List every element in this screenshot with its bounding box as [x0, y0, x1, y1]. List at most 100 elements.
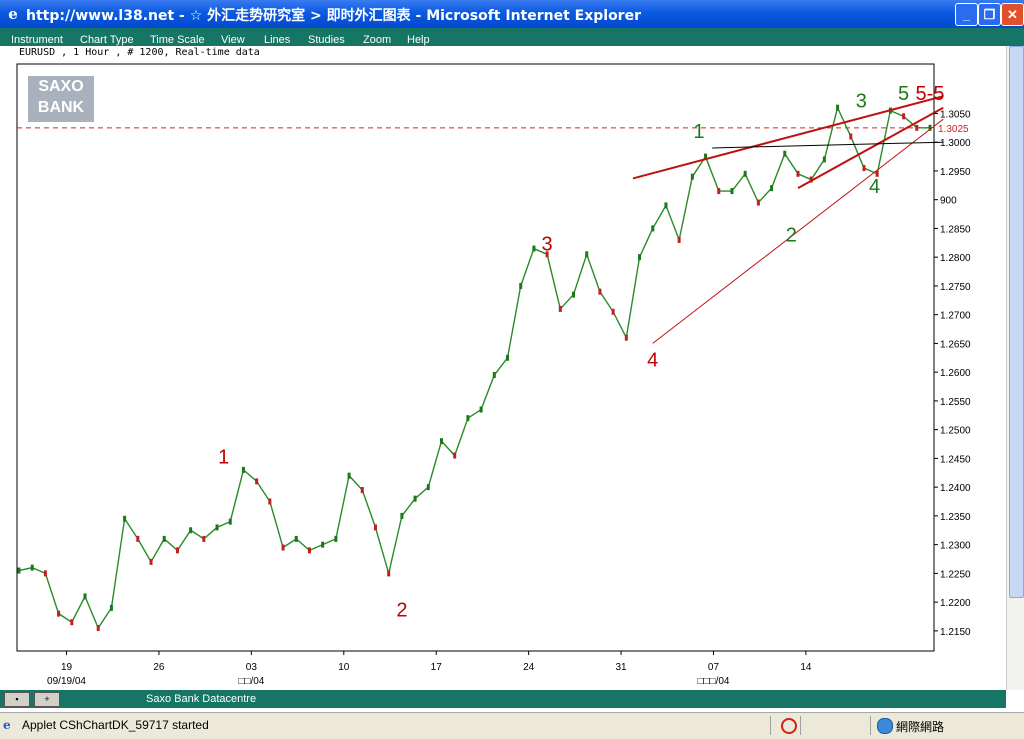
- crosshair-button[interactable]: +: [34, 692, 60, 707]
- wave-label: 1: [693, 121, 704, 143]
- price-point: [558, 305, 562, 312]
- price-point: [202, 535, 206, 542]
- price-point: [294, 535, 298, 542]
- x-group-label: 09/19/04: [47, 676, 86, 687]
- price-point: [506, 354, 510, 361]
- status-divider: [770, 716, 771, 735]
- bottom-left-button[interactable]: ▪: [4, 692, 30, 707]
- price-point: [598, 288, 602, 295]
- price-point: [426, 484, 430, 491]
- price-point: [387, 570, 391, 577]
- y-tick-label: 1.3000: [940, 138, 971, 149]
- y-tick-label: 1.2550: [940, 397, 971, 408]
- chart-bottom-bar: ▪ + Saxo Bank Datacentre: [0, 690, 1006, 708]
- vertical-scrollbar[interactable]: [1006, 46, 1024, 690]
- price-point: [400, 512, 404, 519]
- window-title: http://www.l38.net - ☆ 外汇走势研究室 > 即时外汇图表 …: [26, 8, 641, 24]
- price-point: [307, 547, 311, 554]
- y-tick-label: 1.2850: [940, 224, 971, 235]
- menu-studies[interactable]: Studies: [308, 34, 345, 46]
- price-point: [717, 188, 721, 195]
- trend-line: [632, 95, 944, 180]
- price-point: [321, 541, 325, 548]
- price-point: [189, 527, 193, 534]
- price-point: [677, 236, 681, 243]
- wave-label: 4: [647, 349, 658, 371]
- price-point: [624, 334, 628, 341]
- datacentre-label: Saxo Bank Datacentre: [146, 693, 257, 705]
- price-point: [690, 173, 694, 180]
- close-button[interactable]: ✕: [1001, 3, 1024, 26]
- price-point: [796, 170, 800, 177]
- menu-zoom[interactable]: Zoom: [363, 34, 391, 46]
- logo-line2: BANK: [37, 99, 85, 116]
- menu-instrument[interactable]: Instrument: [11, 34, 63, 46]
- price-point: [585, 251, 589, 258]
- x-tick-label: 14: [800, 662, 812, 673]
- price-point: [915, 124, 919, 131]
- y-tick-label: 1.2600: [940, 368, 971, 379]
- price-point: [902, 113, 906, 120]
- x-group-label: □□□/04: [697, 676, 729, 687]
- status-divider: [870, 716, 871, 735]
- price-point: [572, 291, 576, 298]
- menu-help[interactable]: Help: [407, 34, 430, 46]
- price-point: [479, 406, 483, 413]
- price-point: [651, 225, 655, 232]
- price-point: [519, 282, 523, 289]
- status-divider: [800, 716, 801, 735]
- price-point: [373, 524, 377, 531]
- y-tick-label: 1.2350: [940, 512, 971, 523]
- page-icon: e: [3, 718, 11, 732]
- price-point: [228, 518, 232, 525]
- price-point: [439, 438, 443, 445]
- x-tick-label: 03: [246, 662, 258, 673]
- window-titlebar[interactable]: e http://www.l38.net - ☆ 外汇走势研究室 > 即时外汇图…: [0, 0, 1024, 28]
- price-point: [175, 547, 179, 554]
- price-point: [611, 308, 615, 315]
- wave-label: 2: [396, 600, 407, 622]
- x-tick-label: 10: [338, 662, 350, 673]
- menu-time-scale[interactable]: Time Scale: [150, 34, 205, 46]
- x-tick-label: 24: [523, 662, 535, 673]
- minimize-button[interactable]: _: [955, 3, 978, 26]
- popup-blocker-icon[interactable]: [781, 718, 797, 734]
- price-point: [822, 156, 826, 163]
- wave-label: 2: [786, 225, 797, 247]
- price-point: [83, 593, 87, 600]
- y-tick-label: 1.2200: [940, 598, 971, 609]
- price-point: [836, 104, 840, 111]
- price-point: [57, 610, 61, 617]
- price-point: [43, 570, 47, 577]
- price-point: [30, 564, 34, 571]
- price-chart[interactable]: 1.3025 1.3050 1.3000 1.2950 900 1.2850 1.2800…: [0, 46, 1006, 690]
- price-point: [268, 498, 272, 505]
- plot-frame: [16, 63, 935, 652]
- ie-icon: e: [8, 5, 18, 23]
- y-tick-label: 1.2700: [940, 311, 971, 322]
- price-point: [281, 544, 285, 551]
- wave-label: 1: [218, 447, 229, 469]
- trend-line: [652, 118, 944, 344]
- price-point: [492, 372, 496, 379]
- x-group-label: □□/04: [238, 676, 264, 687]
- zone-label: 網際網路: [896, 720, 945, 734]
- price-point: [162, 535, 166, 542]
- price-point: [730, 188, 734, 195]
- scrollbar-thumb[interactable]: [1009, 46, 1024, 598]
- chart-menubar: Instrument Chart Type Time Scale View Li…: [0, 28, 1024, 46]
- price-point: [638, 254, 642, 261]
- menu-chart-type[interactable]: Chart Type: [80, 34, 134, 46]
- y-tick-label: 1.2300: [940, 541, 971, 552]
- price-point: [664, 202, 668, 209]
- menu-view[interactable]: View: [221, 34, 245, 46]
- x-tick-label: 17: [431, 662, 443, 673]
- maximize-button[interactable]: ❐: [978, 3, 1001, 26]
- price-point: [334, 535, 338, 542]
- y-tick-label: 1.2450: [940, 454, 971, 465]
- wave-label: 5-5: [916, 83, 945, 105]
- wave-label: 3: [542, 233, 553, 255]
- price-point: [255, 478, 259, 485]
- price-point: [96, 625, 100, 632]
- menu-lines[interactable]: Lines: [264, 34, 290, 46]
